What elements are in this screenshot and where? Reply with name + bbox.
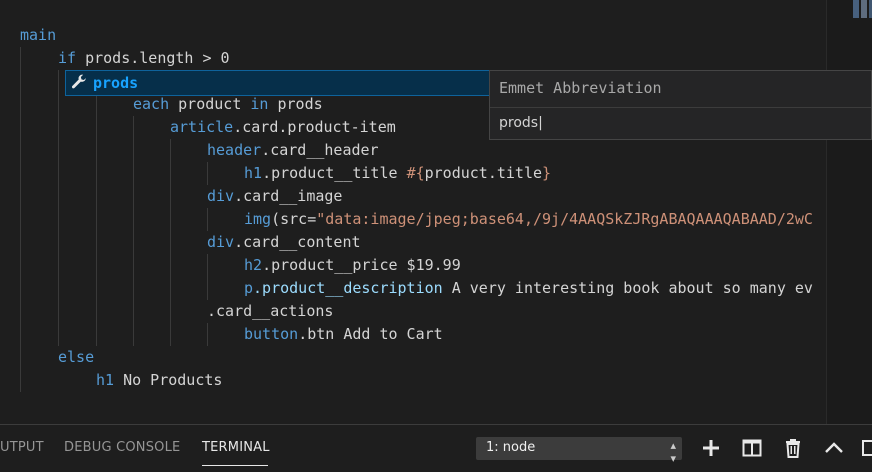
code-line: main — [20, 24, 56, 47]
code-line: p.product__description A very interestin… — [244, 277, 813, 300]
indent-guide — [96, 70, 97, 346]
tab-debug-console[interactable]: DEBUG CONSOLE — [64, 440, 180, 455]
code-token: A very interesting book about so many ev — [442, 279, 813, 297]
code-token: } — [542, 164, 552, 182]
code-line: div.card__content — [207, 231, 361, 254]
code-token: p — [244, 279, 254, 297]
code-token: .btn Add to Cart — [298, 325, 443, 343]
code-token: else — [58, 348, 95, 366]
code-token: #{ — [406, 164, 425, 182]
code-line: h1.product__title #{product.title} — [244, 162, 551, 185]
details-title: Emmet Abbreviation — [499, 79, 662, 97]
minimap-slider[interactable] — [853, 0, 872, 18]
code-token: prods — [268, 95, 323, 113]
code-token: h1 — [96, 371, 115, 389]
code-line: h2.product__price $19.99 — [244, 254, 461, 277]
code-line: img(src="data:image/jpeg;base64,/9j/4AAQ… — [244, 208, 813, 231]
code-token: button — [244, 325, 299, 343]
code-token: .card.product-item — [233, 118, 396, 136]
terminal-select[interactable]: 1: node ▴ ▾ — [476, 437, 682, 465]
code-line: h1 No Products — [96, 369, 222, 392]
code-token: No Products — [114, 371, 223, 389]
indent-guide — [20, 47, 21, 392]
terminal-select-value: 1: node — [486, 440, 536, 455]
suggest-item-label: prods — [93, 74, 139, 92]
code-token: product — [169, 95, 251, 113]
split-icon[interactable] — [741, 437, 763, 459]
indent-guide — [207, 162, 208, 185]
code-line: div.card__image — [207, 185, 342, 208]
code-token: if — [58, 49, 77, 67]
code-token: .product__title — [262, 164, 407, 182]
code-token: in — [250, 95, 269, 113]
code-line: else — [58, 346, 94, 369]
suggest-details-panel: Emmet Abbreviation prods| — [489, 70, 872, 140]
code-line: .card__actions — [207, 300, 333, 323]
plus-icon[interactable] — [700, 437, 722, 459]
code-line: each product in prods — [133, 93, 323, 116]
code-token: prods.length > 0 — [76, 49, 230, 67]
code-token: div — [207, 187, 235, 205]
code-editor[interactable]: main if prods.length > 0 prods each prod… — [0, 0, 826, 424]
code-line: button.btn Add to Cart — [244, 323, 443, 346]
code-token: each — [133, 95, 170, 113]
code-token: .card__content — [234, 233, 361, 251]
code-token: .product__description — [253, 279, 443, 297]
chevron-updown-icon: ▴ ▾ — [670, 439, 676, 465]
indent-guide — [207, 323, 208, 346]
code-token: img — [244, 210, 272, 228]
code-token: .card__actions — [207, 302, 334, 320]
code-line: if prods.length > 0 — [58, 47, 230, 70]
details-divider — [490, 107, 871, 108]
wrench-icon — [71, 74, 87, 89]
trash-icon[interactable] — [782, 437, 804, 459]
tab-output[interactable]: UTPUT — [0, 440, 44, 455]
code-line: header.card__header — [207, 139, 379, 162]
code-token: (src= — [271, 210, 317, 228]
code-token: .card__header — [261, 141, 379, 159]
code-token: article — [170, 118, 234, 136]
suggest-widget: prods — [65, 70, 491, 96]
code-token: "data:image/jpeg;base64,/9j/4AAQSkZJRgAB… — [316, 210, 813, 228]
code-token: .product__price $19.99 — [262, 256, 461, 274]
indent-guide — [207, 208, 208, 231]
suggest-item-prods[interactable]: prods — [65, 70, 491, 96]
code-token: product.title — [424, 164, 543, 182]
code-token: div — [207, 233, 235, 251]
chevron-up-icon[interactable] — [823, 437, 845, 459]
tab-terminal[interactable]: TERMINAL — [202, 440, 270, 455]
details-body: prods| — [499, 115, 543, 131]
indent-guide — [170, 139, 171, 346]
indent-guide — [58, 70, 59, 346]
indent-guide — [207, 254, 208, 300]
code-line: article.card.product-item — [170, 116, 396, 139]
indent-guide — [133, 116, 134, 346]
code-token: main — [20, 26, 57, 44]
maximize-icon[interactable] — [862, 437, 872, 459]
code-token: .card__image — [234, 187, 343, 205]
code-token: h2 — [244, 256, 263, 274]
active-tab-indicator — [202, 465, 268, 466]
code-token: h1 — [244, 164, 263, 182]
minimap[interactable] — [826, 0, 872, 424]
code-token: header — [207, 141, 262, 159]
